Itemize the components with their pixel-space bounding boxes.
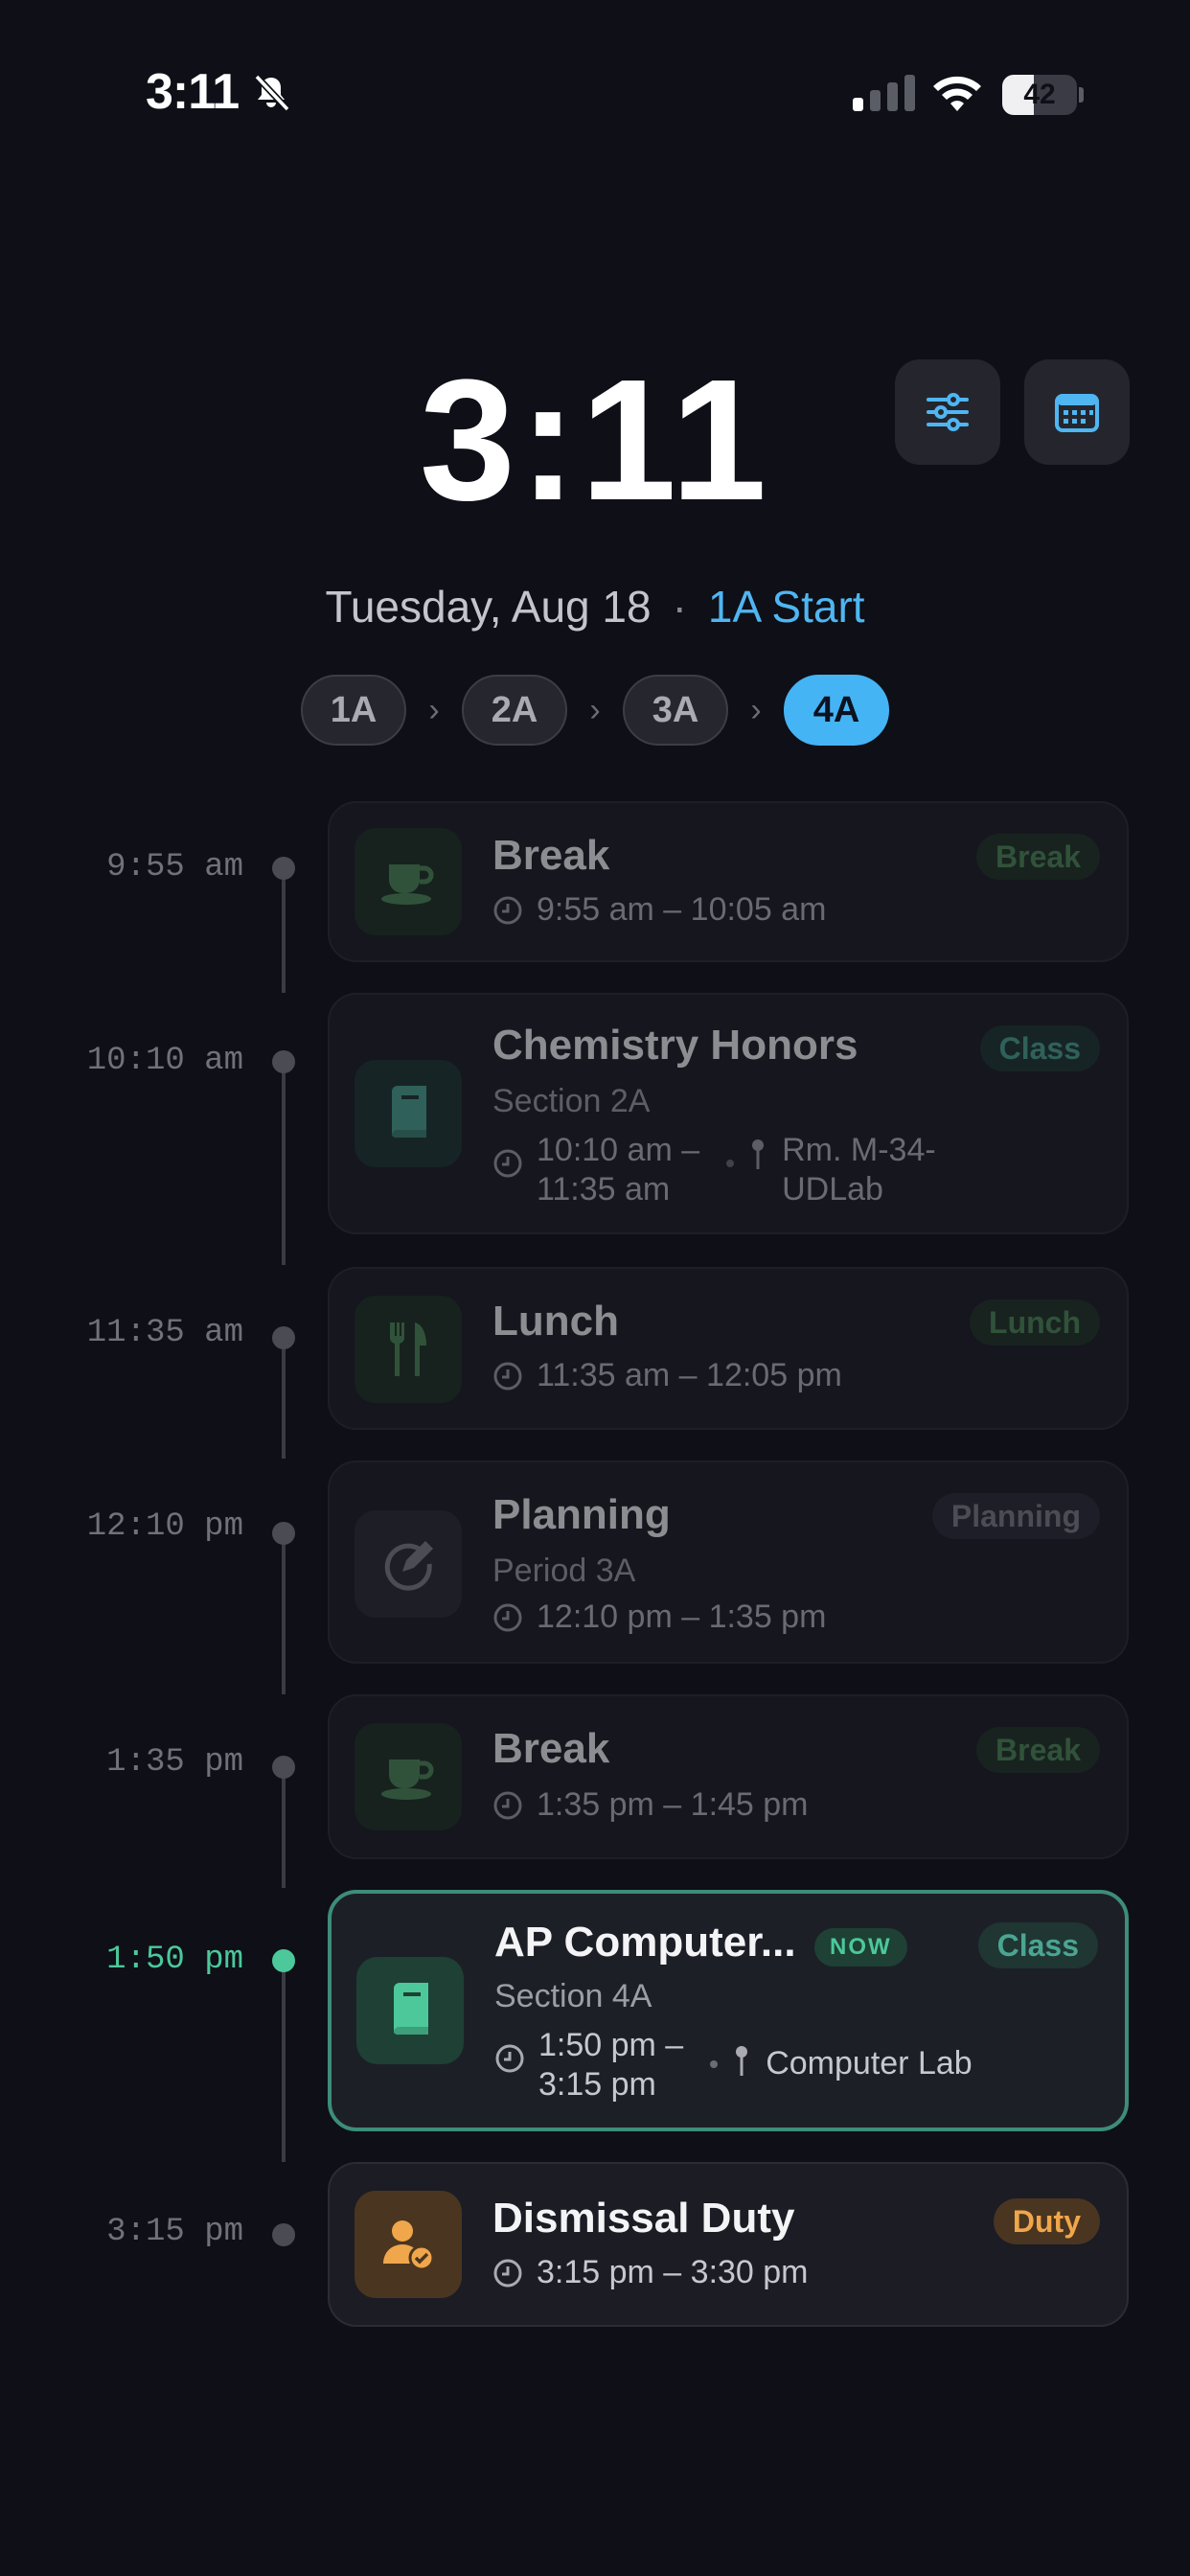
chevron-right-icon: ›: [589, 691, 601, 728]
timeline-connector: [282, 1957, 286, 2162]
clock-icon: [493, 2259, 522, 2288]
rotation-pill-1a[interactable]: 1A: [301, 675, 406, 746]
wifi-icon: [933, 76, 981, 111]
card-time-range: 3:15 pm – 3:30 pm: [492, 2254, 809, 2291]
category-badge: Class: [979, 1025, 1100, 1071]
card-subtitle: Section 4A: [494, 1978, 652, 2014]
pin-icon: [752, 1139, 765, 1169]
timeline-connector: [282, 1763, 286, 1888]
bell-slash-icon: [254, 74, 290, 112]
chevron-right-icon: ›: [428, 691, 440, 728]
clock-icon: [493, 1362, 522, 1391]
clock-icon: [493, 1603, 522, 1632]
clock-icon: [493, 896, 522, 925]
timeline-time: 12:10 pm: [86, 1508, 243, 1545]
now-badge: NOW: [814, 1928, 907, 1966]
class-icon-tile: [355, 1060, 462, 1167]
card-title: Planning: [492, 1491, 671, 1538]
schedule-card-lunch[interactable]: Lunch Lunch 11:35 am – 12:05 pm: [328, 1267, 1129, 1430]
fork-knife-icon: [389, 1322, 426, 1376]
timeline-dot: [272, 1050, 295, 1073]
timeline-time: 3:15 pm: [106, 2214, 243, 2250]
pin-icon: [736, 2046, 748, 2076]
person-check-icon: [383, 2220, 435, 2271]
rotation-pill-3a[interactable]: 3A: [623, 675, 728, 746]
timeline-dot: [272, 2223, 295, 2246]
category-badge: Planning: [931, 1493, 1100, 1539]
book-icon: [394, 1983, 428, 2036]
chevron-right-icon: ›: [750, 691, 762, 728]
timeline-time: 1:35 pm: [106, 1744, 243, 1781]
card-title: Break: [492, 832, 610, 879]
battery-icon: 42: [1002, 75, 1084, 115]
clock-icon: [495, 2044, 524, 2073]
card-time-range: 11:35 am – 12:05 pm: [492, 1357, 842, 1394]
calendar-icon: [1055, 394, 1099, 432]
timeline-dot: [272, 857, 295, 880]
schedule-card-planning[interactable]: Planning Planning Period 3A 12:10 pm – 1…: [328, 1460, 1129, 1664]
category-badge: Lunch: [970, 1300, 1100, 1346]
rotation-pill-4a[interactable]: 4A: [784, 675, 889, 746]
pencil-circle-icon: [384, 1541, 433, 1591]
lunch-icon-tile: [355, 1296, 462, 1403]
schedule-card-break[interactable]: Break Break 1:35 pm – 1:45 pm: [328, 1694, 1129, 1859]
timeline-dot: [272, 1326, 295, 1349]
schedule-card-dismissal-duty[interactable]: Dismissal Duty Duty 3:15 pm – 3:30 pm: [328, 2162, 1129, 2327]
rotation-selector: 1A › 2A › 3A › 4A: [0, 675, 1190, 746]
card-title: Dismissal Duty: [492, 2195, 795, 2242]
timeline-dot-now: [272, 1949, 295, 1972]
card-time-range: 1:50 pm –3:15 pm Computer Lab: [494, 2026, 973, 2104]
schedule-card-ap-computer[interactable]: AP Computer... NOW Class Section 4A 1:50…: [328, 1890, 1129, 2131]
coffee-cup-icon: [381, 1760, 434, 1800]
category-badge: Break: [976, 834, 1100, 880]
date-line: Tuesday, Aug 18 · 1A Start: [0, 581, 1190, 632]
card-time-range: 12:10 pm – 1:35 pm: [492, 1598, 826, 1636]
card-title: AP Computer...: [494, 1919, 796, 1966]
timeline-time: 10:10 am: [86, 1043, 243, 1079]
rotation-start-label[interactable]: 1A Start: [708, 582, 865, 632]
status-time: 3:11: [146, 64, 240, 120]
schedule-card-break[interactable]: Break Break 9:55 am – 10:05 am: [328, 801, 1129, 962]
current-date: Tuesday, Aug 18: [325, 582, 652, 632]
battery-level: 42: [1023, 79, 1056, 110]
date-separator: ·: [672, 582, 687, 632]
card-title: Break: [492, 1725, 610, 1772]
book-icon: [392, 1086, 426, 1138]
rotation-pill-2a[interactable]: 2A: [462, 675, 567, 746]
card-time-range: 9:55 am – 10:05 am: [492, 891, 826, 929]
clock-icon: [493, 1791, 522, 1820]
current-time-clock: 3:11: [419, 344, 771, 537]
category-badge: Break: [976, 1727, 1100, 1773]
timeline-connector: [282, 868, 286, 993]
category-badge: Duty: [993, 2198, 1100, 2244]
card-time-range: 1:35 pm – 1:45 pm: [492, 1786, 809, 1824]
timeline-dot: [272, 1756, 295, 1779]
timeline-connector: [282, 1528, 286, 1694]
cellular-signal-icon: [853, 75, 915, 111]
filter-settings-button[interactable]: [895, 359, 1000, 465]
card-subtitle: Period 3A: [492, 1552, 636, 1589]
sliders-icon: [927, 393, 969, 431]
schedule-card-chemistry-honors[interactable]: Chemistry Honors Class Section 2A 10:10 …: [328, 993, 1129, 1234]
break-icon-tile: [355, 828, 462, 935]
card-subtitle: Section 2A: [492, 1083, 651, 1119]
calendar-button[interactable]: [1024, 359, 1130, 465]
duty-icon-tile: [355, 2191, 462, 2298]
break-icon-tile: [355, 1723, 462, 1830]
card-time-range: 10:10 am –11:35 am Rm. M-34- UDLab: [492, 1131, 936, 1209]
category-badge: Class: [977, 1922, 1098, 1968]
card-title: Lunch: [492, 1298, 619, 1345]
timeline-connector: [282, 1334, 286, 1459]
timeline-dot: [272, 1522, 295, 1545]
timeline-time: 11:35 am: [86, 1315, 243, 1351]
planning-icon-tile: [355, 1510, 462, 1618]
timeline-time: 9:55 am: [106, 849, 243, 886]
timeline-connector: [282, 1062, 286, 1265]
timeline-time-now: 1:50 pm: [106, 1942, 243, 1978]
card-title: Chemistry Honors: [492, 1022, 858, 1069]
coffee-cup-icon: [381, 864, 434, 905]
class-icon-tile: [356, 1957, 464, 2064]
clock-icon: [493, 1149, 522, 1178]
